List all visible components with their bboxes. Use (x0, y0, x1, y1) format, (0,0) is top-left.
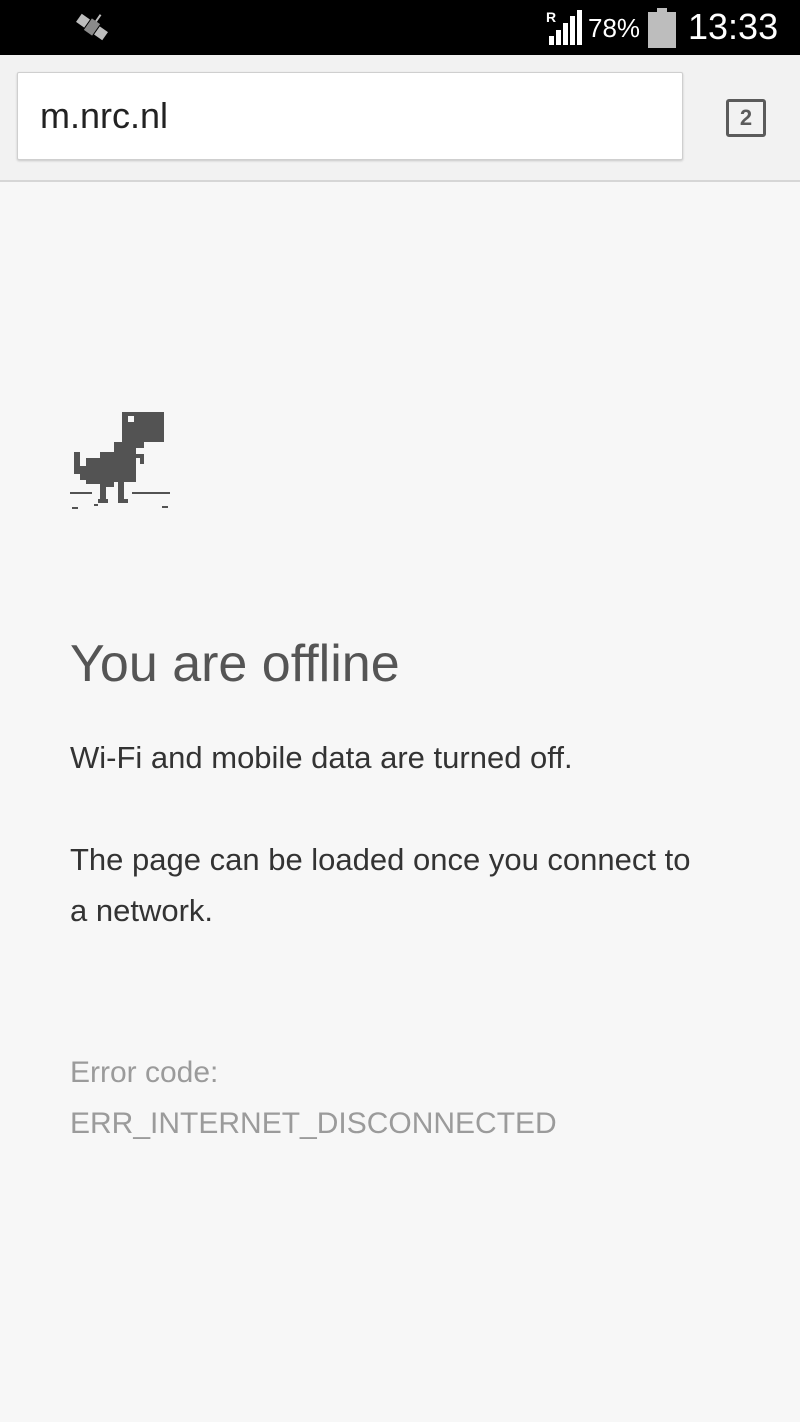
error-code-label: Error code: (70, 1056, 219, 1089)
signal-icon: R (546, 9, 582, 45)
error-title: You are offline (70, 635, 400, 693)
browser-toolbar: m.nrc.nl 2 (0, 55, 800, 182)
url-text[interactable]: m.nrc.nl (40, 95, 168, 137)
battery-icon (648, 8, 676, 48)
battery-percentage: 78% (588, 13, 641, 43)
status-bar: R 78% 13:33 (0, 0, 800, 55)
error-message-connectivity: Wi-Fi and mobile data are turned off. (70, 740, 573, 775)
error-message-instructions: The page can be loaded once you connect … (70, 842, 691, 928)
offline-dino-icon (70, 412, 170, 509)
tab-switcher-button[interactable]: 2 (726, 99, 766, 137)
address-bar[interactable]: m.nrc.nl (17, 72, 683, 160)
tab-count: 2 (739, 105, 753, 130)
error-code: ERR_INTERNET_DISCONNECTED (70, 1107, 557, 1140)
clock: 13:33 (688, 6, 779, 47)
roaming-indicator: R (546, 9, 556, 25)
satellite-icon (76, 13, 108, 41)
